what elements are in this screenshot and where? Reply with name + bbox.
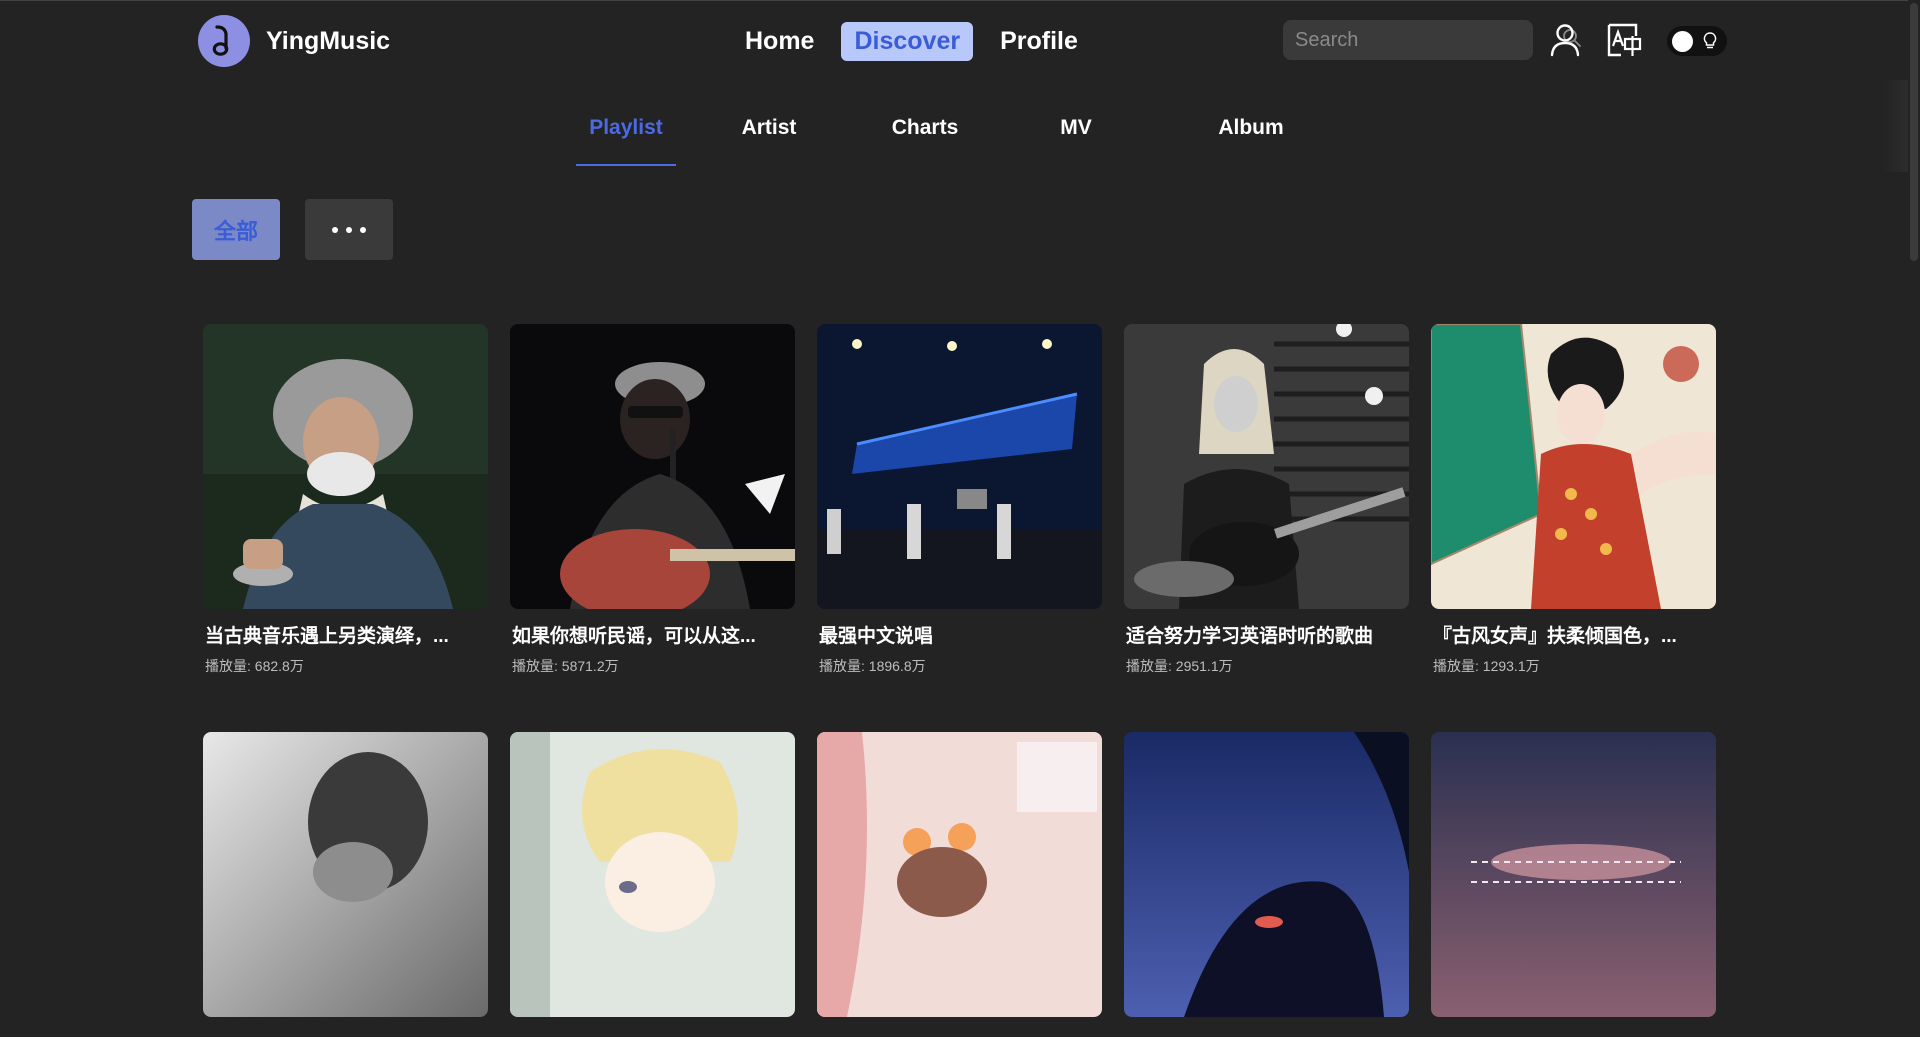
playlist-cover <box>1431 324 1716 609</box>
playlist-card[interactable] <box>510 732 795 1037</box>
tab-playlist[interactable]: Playlist <box>576 96 676 166</box>
playlist-title[interactable]: 当古典音乐遇上另类演绎，... <box>203 621 488 648</box>
search-box[interactable] <box>1283 20 1581 60</box>
top-navigation-bar: YingMusic Home Discover Profile <box>0 0 1920 80</box>
theme-toggle[interactable] <box>1667 26 1727 56</box>
playlist-title[interactable]: 『古风女声』扶柔倾国色，... <box>1431 621 1716 648</box>
playlist-cover <box>510 732 795 1017</box>
translate-icon[interactable] <box>1605 20 1645 60</box>
search-input[interactable] <box>1293 27 1562 53</box>
playlist-card[interactable] <box>1124 732 1409 1037</box>
playlist-cover <box>510 324 795 609</box>
tab-album[interactable]: Album <box>1196 96 1306 166</box>
nav-home[interactable]: Home <box>732 22 827 61</box>
tab-artist[interactable]: Artist <box>714 96 824 166</box>
playlist-cover <box>817 324 1102 609</box>
toggle-knob <box>1672 31 1693 52</box>
playlist-play-count: 播放量: 1293.1万 <box>1433 658 1540 674</box>
playlist-title[interactable]: 如果你想听民谣，可以从这... <box>510 621 795 648</box>
more-dots-icon <box>328 226 370 233</box>
playlist-cover <box>1124 732 1409 1017</box>
app-name: YingMusic <box>266 26 391 55</box>
playlist-cover <box>203 732 488 1017</box>
playlist-cover <box>1431 732 1716 1017</box>
playlist-play-count: 播放量: 1896.8万 <box>819 658 926 674</box>
playlist-card[interactable] <box>817 732 1102 1037</box>
main-nav: Home Discover Profile <box>732 22 1105 61</box>
playlist-card[interactable]: 适合努力学习英语时听的歌曲 播放量: 2951.1万 <box>1124 324 1409 676</box>
side-shadow <box>1882 80 1910 172</box>
playlist-card[interactable]: 『古风女声』扶柔倾国色，... 播放量: 1293.1万 <box>1431 324 1716 676</box>
playlist-title[interactable]: 最强中文说唱 <box>817 621 1102 648</box>
playlist-cover <box>203 324 488 609</box>
playlist-cover <box>817 732 1102 1017</box>
tab-mv[interactable]: MV <box>1036 96 1116 166</box>
more-filters-button[interactable] <box>305 199 393 260</box>
user-icon[interactable] <box>1545 20 1585 60</box>
playlist-cover <box>1124 324 1409 609</box>
playlist-card[interactable] <box>203 732 488 1037</box>
playlist-play-count: 播放量: 2951.1万 <box>1126 658 1233 674</box>
playlist-play-count: 播放量: 5871.2万 <box>512 658 619 674</box>
nav-profile[interactable]: Profile <box>987 22 1091 61</box>
filter-all-button[interactable]: 全部 <box>192 199 280 260</box>
discover-subtabs: Playlist Artist Charts MV Album <box>576 96 1306 166</box>
tab-charts[interactable]: Charts <box>870 96 980 166</box>
lightbulb-icon <box>1702 31 1718 56</box>
scrollbar-thumb[interactable] <box>1910 3 1918 261</box>
playlist-title[interactable]: 适合努力学习英语时听的歌曲 <box>1124 621 1409 648</box>
playlist-card[interactable]: 当古典音乐遇上另类演绎，... 播放量: 682.8万 <box>203 324 488 676</box>
logo[interactable]: YingMusic <box>198 15 390 67</box>
playlist-card[interactable] <box>1431 732 1716 1037</box>
music-note-icon <box>198 15 250 67</box>
playlist-card[interactable]: 如果你想听民谣，可以从这... 播放量: 5871.2万 <box>510 324 795 676</box>
playlist-play-count: 播放量: 682.8万 <box>205 658 304 674</box>
nav-discover[interactable]: Discover <box>841 22 974 61</box>
playlist-card[interactable]: 最强中文说唱 播放量: 1896.8万 <box>817 324 1102 676</box>
